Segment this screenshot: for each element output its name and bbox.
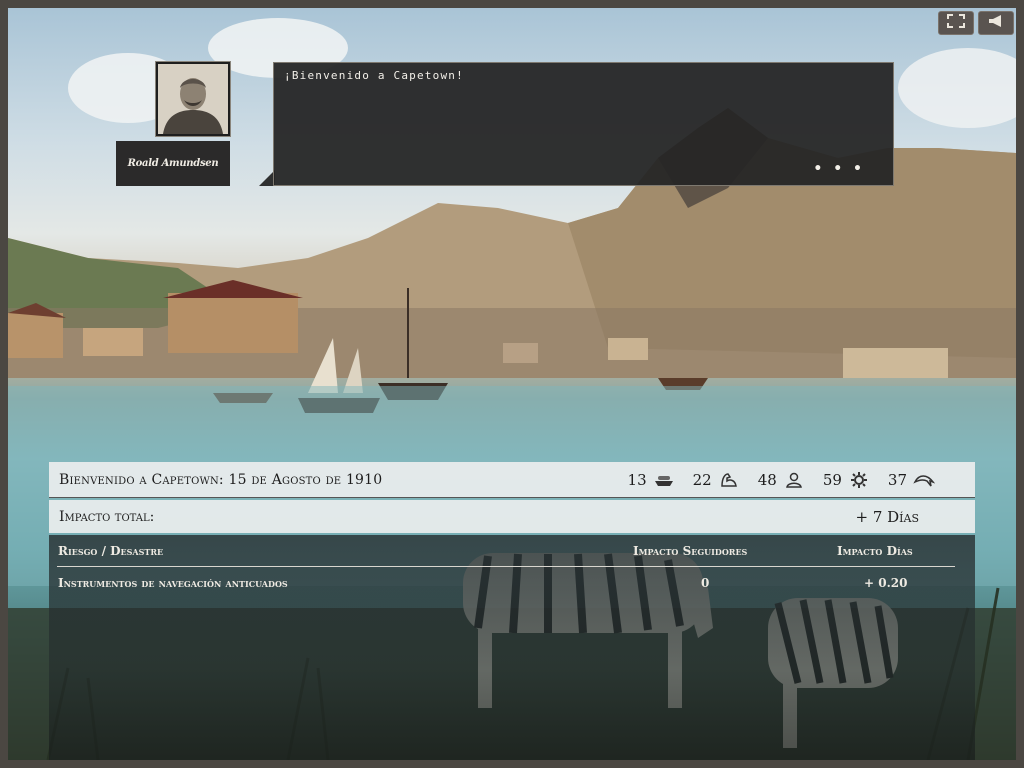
- resource-stats: 13 22 48 59 37: [628, 471, 936, 489]
- dolphin-icon: [913, 472, 936, 488]
- dialog-continue-indicator[interactable]: • • •: [813, 161, 865, 177]
- risk-table: Riesgo / Desastre Impacto Seguidores Imp…: [49, 535, 975, 760]
- total-impact-label: Impacto total:: [59, 509, 155, 525]
- sound-button[interactable]: [978, 11, 1014, 35]
- column-header-days-impact: Impacto Días: [837, 544, 913, 558]
- table-cell-risk: Instrumentos de navegación anticuados: [58, 576, 288, 590]
- speaker-icon: [987, 14, 1005, 32]
- total-impact-bar: Impacto total: + 7 Días: [49, 500, 975, 533]
- ship-icon: [653, 472, 675, 488]
- strength-icon: [718, 472, 740, 488]
- character-name-plate: Roald Amundsen: [116, 141, 230, 186]
- stat-followers: 48: [758, 471, 805, 489]
- stat-morale: 37: [887, 471, 936, 489]
- stat-ships: 13: [628, 471, 675, 489]
- character-portrait: [156, 62, 230, 136]
- character-name: Roald Amundsen: [127, 158, 219, 169]
- dialog-bubble[interactable]: ¡Bienvenido a Capetown! • • •: [273, 62, 894, 186]
- followers-icon: [783, 472, 805, 488]
- stat-value: 48: [757, 471, 777, 489]
- arrival-title: Bienvenido a Capetown: 15 de Agosto de 1…: [59, 472, 383, 488]
- table-cell-followers: 0: [701, 576, 710, 590]
- arrival-header-bar: Bienvenido a Capetown: 15 de Agosto de 1…: [49, 462, 975, 498]
- stat-value: 22: [692, 471, 712, 489]
- total-impact-value: + 7 Días: [855, 508, 920, 526]
- dialog-text: ¡Bienvenido a Capetown!: [284, 69, 464, 82]
- portrait-image: [158, 64, 228, 134]
- fullscreen-button[interactable]: [938, 11, 974, 35]
- stat-value: 59: [822, 471, 842, 489]
- column-header-risk: Riesgo / Desastre: [58, 544, 164, 558]
- table-cell-days: + 0.20: [864, 576, 908, 590]
- gear-icon: [848, 472, 870, 488]
- fullscreen-icon: [947, 14, 965, 32]
- column-header-followers-impact: Impacto Seguidores: [633, 544, 748, 558]
- stat-strength: 22: [693, 471, 740, 489]
- table-header-divider: [57, 566, 955, 567]
- stat-value: 13: [627, 471, 647, 489]
- stat-value: 37: [887, 471, 907, 489]
- stat-equipment: 59: [823, 471, 870, 489]
